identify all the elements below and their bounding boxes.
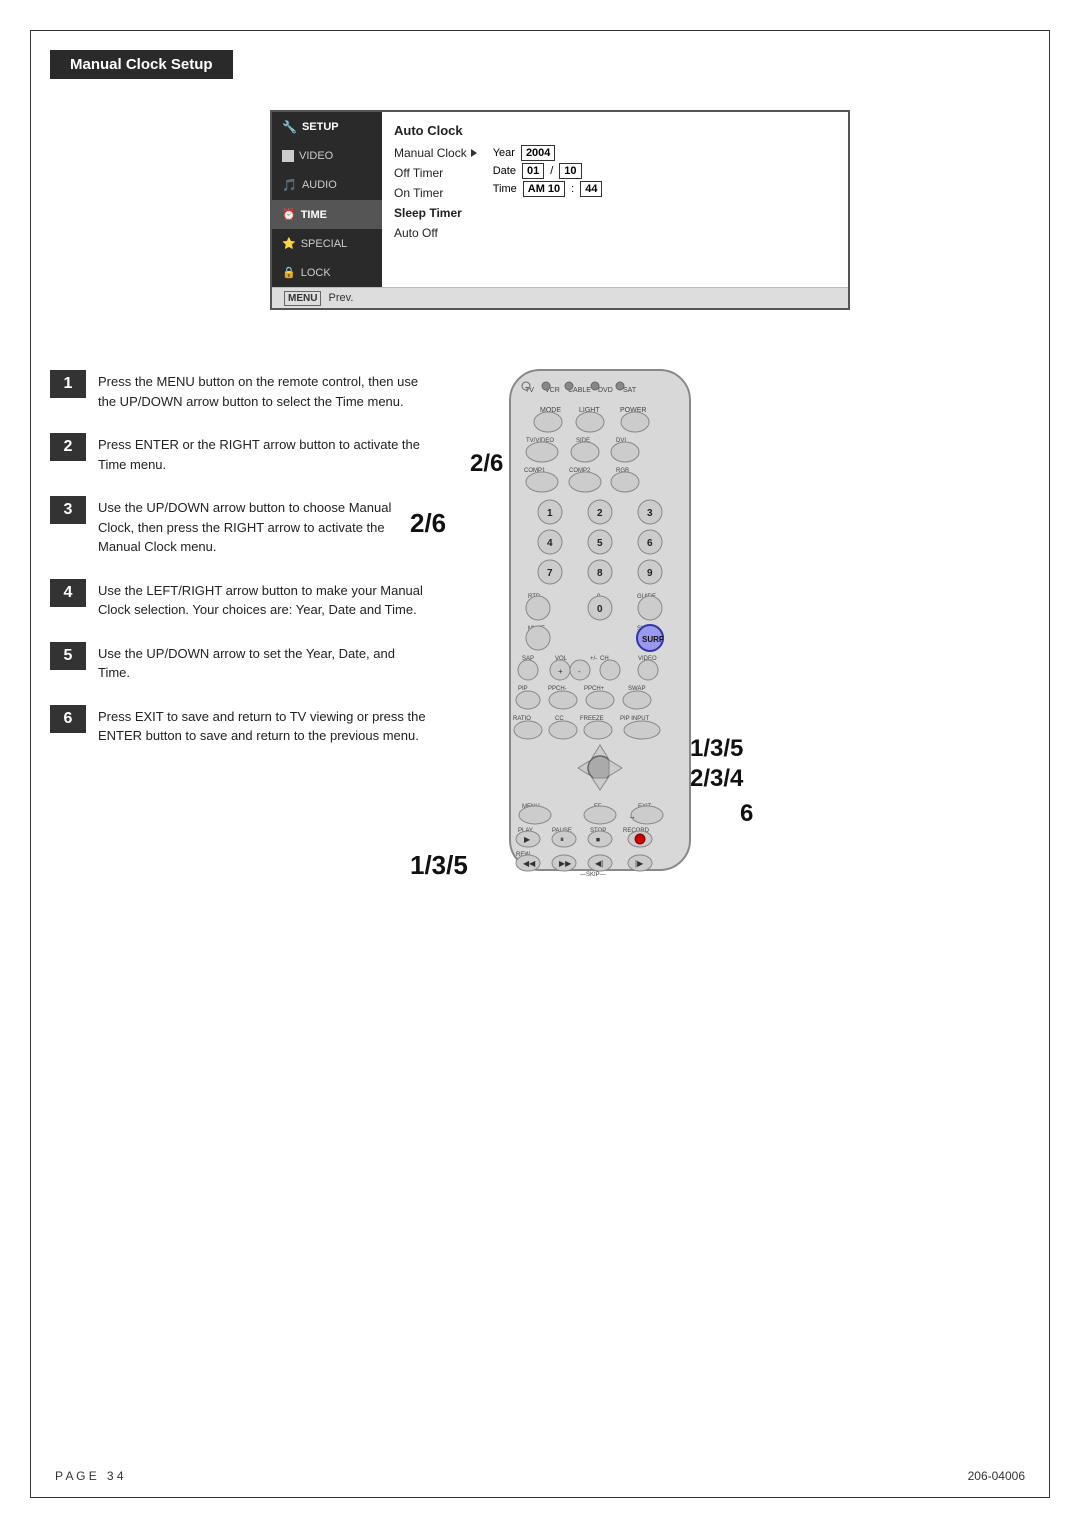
step-2-text: Press ENTER or the RIGHT arrow button to… (98, 433, 430, 474)
menu-sleep-timer: Sleep Timer (394, 203, 477, 223)
step-3-row: 3 Use the UP/DOWN arrow button to choose… (50, 496, 430, 557)
remote-label-6: 6 (740, 800, 753, 828)
year-label: Year (493, 147, 515, 159)
manual-clock-label: Manual Clock (394, 146, 467, 160)
svg-text:8: 8 (597, 568, 603, 579)
sidebar-item-video: VIDEO (272, 142, 382, 170)
svg-text:▶▶: ▶▶ (559, 859, 572, 868)
title-text: Manual Clock Setup (70, 56, 213, 73)
step-1-row: 1 Press the MENU button on the remote co… (50, 370, 430, 411)
svg-text:4: 4 (547, 538, 553, 549)
step-2-row: 2 Press ENTER or the RIGHT arrow button … (50, 433, 430, 474)
step-5-text: Use the UP/DOWN arrow to set the Year, D… (98, 642, 430, 683)
svg-text:SURF: SURF (642, 635, 664, 644)
time-row: Time AM 10 : 44 (493, 181, 603, 197)
svg-text:+: + (558, 667, 563, 676)
remote-wrapper: 2/6 TV VCR CABLE DVD SAT MODE LIGHT POWE… (460, 360, 740, 880)
svg-text:|▶: |▶ (635, 859, 644, 868)
date-label: Date (493, 165, 516, 177)
sidebar-item-audio: 🎵 AUDIO (272, 170, 382, 200)
time-sep: : (571, 183, 574, 195)
sidebar-setup-label: SETUP (302, 121, 339, 133)
sidebar-special-label: SPECIAL (301, 238, 347, 250)
remote-label-26: 2/6 (410, 508, 446, 539)
tv-menu-screenshot: 🔧 SETUP VIDEO 🎵 AUDIO ⏰ TIME ⭐ SPECIAL 🔒 (270, 110, 850, 310)
tv-menu-footer: MENU Prev. (272, 287, 848, 308)
svg-text:-: - (578, 667, 581, 676)
tv-sidebar: 🔧 SETUP VIDEO 🎵 AUDIO ⏰ TIME ⭐ SPECIAL 🔒 (272, 112, 382, 287)
menu-auto-off: Auto Off (394, 223, 477, 243)
step-3-number: 3 (50, 496, 86, 524)
menu-auto-clock: Auto Clock (394, 120, 836, 141)
footer-doc-number: 206-04006 (968, 1469, 1025, 1483)
step-4-row: 4 Use the LEFT/RIGHT arrow button to mak… (50, 579, 430, 620)
date-sep: / (550, 165, 553, 177)
remote-svg: TV VCR CABLE DVD SAT MODE LIGHT POWER TV… (490, 360, 710, 880)
svg-text:—SKIP—: —SKIP— (580, 872, 606, 878)
step-5-number: 5 (50, 642, 86, 670)
svg-text:◀◀: ◀◀ (523, 859, 536, 868)
svg-text:+/-: +/- (590, 656, 597, 662)
steps-section: 1 Press the MENU button on the remote co… (50, 370, 430, 768)
tv-menu-content: Auto Clock Manual Clock Off Timer On Tim… (382, 112, 848, 287)
footer-prev-text: Prev. (329, 292, 354, 304)
arrow-right-icon (471, 149, 477, 157)
step-4-text: Use the LEFT/RIGHT arrow button to make … (98, 579, 430, 620)
sidebar-item-lock: 🔒 LOCK (272, 258, 382, 287)
svg-text:5: 5 (597, 538, 603, 549)
step-1-text: Press the MENU button on the remote cont… (98, 370, 430, 411)
page-footer: P A G E 3 4 206-04006 (55, 1469, 1025, 1483)
svg-text:9: 9 (647, 568, 653, 579)
svg-text:◀|: ◀| (595, 859, 603, 868)
sidebar-time-label: TIME (301, 209, 327, 221)
footer-menu-label: MENU (284, 291, 321, 306)
step-4-number: 4 (50, 579, 86, 607)
footer-page-label: P A G E 3 4 (55, 1469, 124, 1483)
step-6-row: 6 Press EXIT to save and return to TV vi… (50, 705, 430, 746)
sidebar-item-setup: 🔧 SETUP (272, 112, 382, 142)
date-value2: 10 (559, 163, 581, 179)
menu-manual-clock: Manual Clock (394, 143, 477, 163)
date-row: Date 01 / 10 (493, 163, 603, 179)
time-am: AM 10 (523, 181, 565, 197)
step-1-number: 1 (50, 370, 86, 398)
year-value: 2004 (521, 145, 555, 161)
step-3-text: Use the UP/DOWN arrow button to choose M… (98, 496, 430, 557)
svg-text:7: 7 (547, 568, 553, 579)
remote-label-135: 1/3/5 (410, 850, 468, 881)
svg-text:1: 1 (547, 508, 553, 519)
sidebar-video-label: VIDEO (299, 150, 333, 162)
page-label-text: P A G E (55, 1469, 97, 1483)
svg-text:SAT: SAT (623, 387, 637, 394)
step-2-number: 2 (50, 433, 86, 461)
step-5-row: 5 Use the UP/DOWN arrow to set the Year,… (50, 642, 430, 683)
sidebar-lock-label: LOCK (301, 267, 331, 279)
svg-text:▶: ▶ (524, 835, 531, 844)
page-number-text: 3 4 (107, 1469, 124, 1483)
svg-text:⏸: ⏸ (560, 835, 564, 844)
svg-text:0: 0 (597, 604, 603, 615)
time-min: 44 (580, 181, 602, 197)
menu-off-timer: Off Timer (394, 163, 477, 183)
sidebar-audio-label: AUDIO (302, 179, 337, 191)
sidebar-item-special: ⭐ SPECIAL (272, 229, 382, 258)
step-6-text: Press EXIT to save and return to TV view… (98, 705, 430, 746)
svg-text:6: 6 (647, 538, 653, 549)
menu-on-timer: On Timer (394, 183, 477, 203)
page-title: Manual Clock Setup (50, 50, 233, 79)
svg-text:3: 3 (647, 508, 653, 519)
svg-text:→: → (628, 812, 636, 821)
svg-text:2: 2 (597, 508, 603, 519)
svg-text:⏹: ⏹ (596, 835, 600, 844)
sidebar-item-time: ⏰ TIME (272, 200, 382, 229)
step-6-number: 6 (50, 705, 86, 733)
date-value1: 01 (522, 163, 544, 179)
time-label: Time (493, 183, 517, 195)
year-row: Year 2004 (493, 145, 603, 161)
svg-text:DVD: DVD (598, 387, 613, 394)
